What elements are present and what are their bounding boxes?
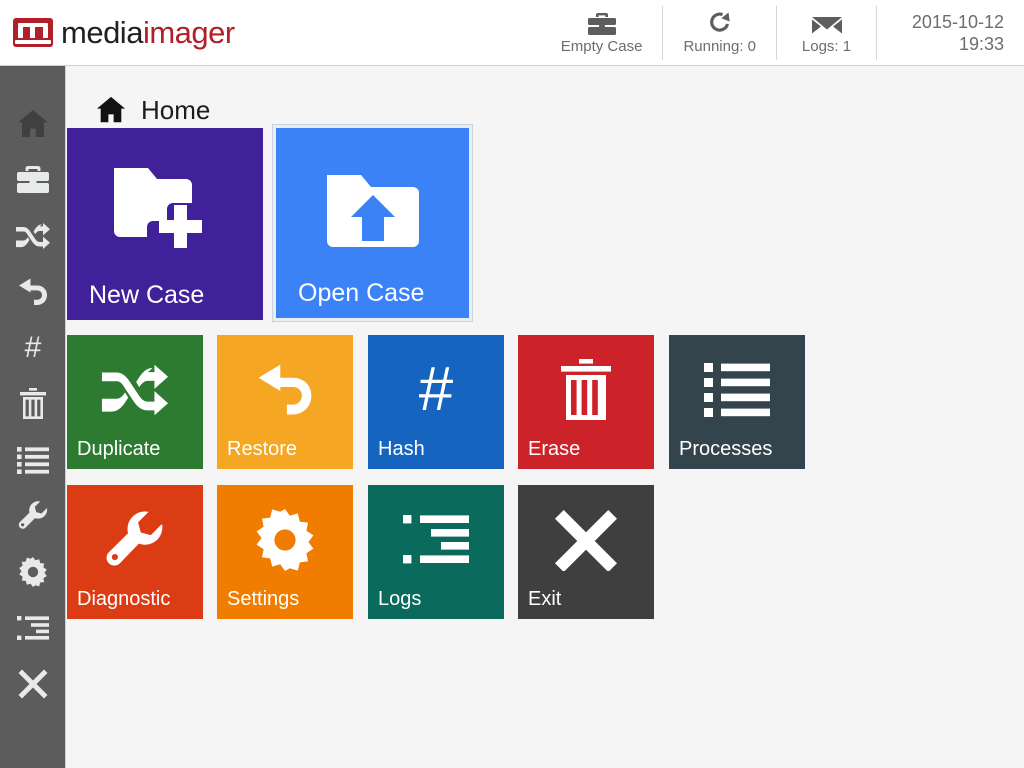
app-header: mediaimager Empty Case Running: 0 Logs: … bbox=[0, 0, 1024, 66]
close-icon bbox=[17, 668, 49, 700]
tile-diagnostic[interactable]: Diagnostic bbox=[67, 485, 203, 619]
indent-list-icon bbox=[368, 497, 504, 583]
tile-settings-label: Settings bbox=[227, 588, 300, 610]
sidebar-item-settings[interactable] bbox=[0, 544, 66, 600]
hash-icon: # bbox=[368, 347, 504, 433]
gear-icon bbox=[17, 556, 49, 588]
tile-erase-label: Erase bbox=[528, 438, 581, 460]
sidebar-item-diagnostic[interactable] bbox=[0, 488, 66, 544]
status-logs[interactable]: Logs: 1 bbox=[776, 5, 876, 60]
header-datetime: 2015-10-12 19:33 bbox=[876, 5, 1004, 60]
trash-icon bbox=[518, 347, 654, 433]
tile-new-case[interactable]: New Case bbox=[67, 128, 263, 320]
tile-hash-label: Hash bbox=[378, 438, 425, 460]
shuffle-icon bbox=[67, 347, 203, 433]
tile-exit[interactable]: Exit bbox=[518, 485, 654, 619]
tile-restore[interactable]: Restore bbox=[217, 335, 353, 469]
tile-processes[interactable]: Processes bbox=[669, 335, 805, 469]
hash-icon: # bbox=[18, 332, 48, 364]
close-icon bbox=[518, 497, 654, 583]
undo-icon bbox=[217, 347, 353, 433]
sidebar-nav: # bbox=[0, 66, 66, 768]
trash-icon bbox=[18, 387, 48, 421]
logo-text-dark: media bbox=[61, 14, 143, 50]
header-time: 19:33 bbox=[958, 33, 1004, 54]
list-icon bbox=[16, 446, 50, 474]
gear-icon bbox=[217, 497, 353, 583]
tile-new-case-label: New Case bbox=[89, 281, 205, 309]
tile-open-case[interactable]: Open Case bbox=[276, 128, 469, 318]
tile-settings[interactable]: Settings bbox=[217, 485, 353, 619]
envelope-icon bbox=[811, 10, 843, 36]
list-icon bbox=[669, 347, 805, 433]
home-icon bbox=[95, 95, 127, 125]
logo-text-red: imager bbox=[142, 14, 235, 50]
status-empty-case[interactable]: Empty Case bbox=[541, 6, 663, 60]
sidebar-item-logs[interactable] bbox=[0, 600, 66, 656]
tile-duplicate-label: Duplicate bbox=[77, 438, 161, 460]
folder-upload-icon bbox=[276, 150, 469, 270]
svg-text:#: # bbox=[419, 358, 454, 422]
page-title-label: Home bbox=[141, 94, 211, 125]
app-logo: mediaimager bbox=[0, 0, 235, 65]
tile-exit-label: Exit bbox=[528, 588, 562, 610]
app-logo-text: mediaimager bbox=[61, 15, 235, 51]
status-logs-label: Logs: 1 bbox=[801, 37, 852, 55]
tile-erase[interactable]: Erase bbox=[518, 335, 654, 469]
sidebar-item-processes[interactable] bbox=[0, 432, 66, 488]
indent-list-icon bbox=[16, 615, 50, 641]
sidebar-item-hash[interactable]: # bbox=[0, 320, 66, 376]
status-running-label: Running: 0 bbox=[683, 37, 756, 55]
folder-plus-icon bbox=[67, 150, 263, 270]
tile-logs[interactable]: Logs bbox=[368, 485, 504, 619]
sidebar-item-case[interactable] bbox=[0, 152, 66, 208]
sidebar-item-restore[interactable] bbox=[0, 264, 66, 320]
tile-logs-label: Logs bbox=[378, 588, 422, 610]
header-status-bar: Empty Case Running: 0 Logs: 1 2015-10-12… bbox=[541, 5, 1024, 60]
sidebar-item-duplicate[interactable] bbox=[0, 208, 66, 264]
tile-processes-label: Processes bbox=[679, 438, 773, 460]
briefcase-icon bbox=[16, 165, 50, 195]
tile-hash[interactable]: # Hash bbox=[368, 335, 504, 469]
tile-restore-label: Restore bbox=[227, 438, 298, 460]
sidebar-item-home[interactable] bbox=[0, 96, 66, 152]
wrench-icon bbox=[17, 500, 49, 532]
briefcase-icon bbox=[587, 10, 617, 36]
wrench-icon bbox=[67, 497, 203, 583]
refresh-icon bbox=[707, 10, 733, 36]
header-date: 2015-10-12 bbox=[911, 11, 1004, 32]
main-content: Home New Case Open Case Duplicate Restor… bbox=[67, 66, 1024, 768]
tile-duplicate[interactable]: Duplicate bbox=[67, 335, 203, 469]
page-title: Home bbox=[67, 66, 1024, 128]
shuffle-icon bbox=[15, 222, 51, 250]
status-empty-case-label: Empty Case bbox=[560, 37, 643, 55]
status-running[interactable]: Running: 0 bbox=[662, 5, 776, 60]
tile-diagnostic-label: Diagnostic bbox=[77, 588, 171, 610]
mediaimager-logo-mark-icon bbox=[13, 18, 53, 47]
sidebar-item-exit[interactable] bbox=[0, 656, 66, 712]
sidebar-item-erase[interactable] bbox=[0, 376, 66, 432]
tile-open-case-label: Open Case bbox=[298, 279, 425, 307]
undo-icon bbox=[16, 276, 50, 308]
home-icon bbox=[16, 108, 50, 140]
svg-text:#: # bbox=[25, 332, 42, 364]
